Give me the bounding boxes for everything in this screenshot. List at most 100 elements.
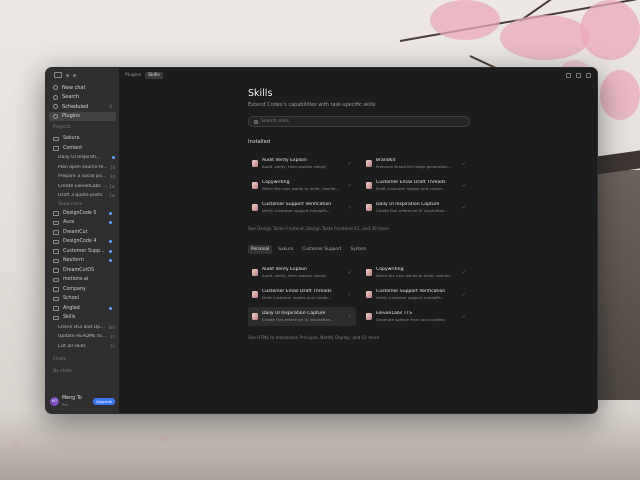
thread-time: 2d	[109, 164, 115, 170]
check-icon: ✓	[461, 204, 466, 211]
unread-dot	[112, 156, 115, 160]
thread-title: Daily UI Inspirati...	[58, 155, 101, 161]
forward-icon[interactable]	[73, 73, 76, 77]
page-title: Skills	[248, 88, 273, 99]
project-item[interactable]: motions-ai	[46, 275, 119, 285]
skill-card[interactable]: Copywriting When the user wants to write,…	[362, 263, 470, 282]
tab-personal[interactable]: Personal	[248, 245, 273, 254]
project-skills[interactable]: Skills	[46, 313, 119, 323]
project-item[interactable]: Neuform	[46, 256, 119, 266]
skill-card[interactable]: ElevenLabs TTS Generate speech from local…	[362, 307, 470, 326]
thread-item[interactable]: Draft 3 quote posts 1w	[46, 191, 119, 201]
skill-card[interactable]: Customer Email Draft Threads Draft custom…	[248, 285, 356, 304]
skill-card[interactable]: Customer Support Verification Verify cust…	[362, 285, 470, 304]
skill-card[interactable]: Audit Verify Explain Audit, verify, then …	[248, 154, 356, 173]
project-item[interactable]: DreamCut	[46, 228, 119, 238]
tab-sakura[interactable]: Sakura	[275, 245, 296, 254]
check-icon: ✓	[461, 182, 466, 189]
skill-card[interactable]: Brandkit Premium brand kit image generati…	[362, 154, 470, 173]
thread-item[interactable]: Prepare 3 social posts 3d	[46, 172, 119, 182]
check-icon: ✓	[347, 204, 352, 211]
project-content[interactable]: Content	[46, 144, 119, 154]
project-item[interactable]: School	[46, 294, 119, 304]
folder-icon	[53, 315, 59, 320]
thread-item[interactable]: List all skills 1h	[46, 342, 119, 352]
refresh-icon[interactable]	[566, 72, 571, 78]
skill-card[interactable]: Customer Email Draft Threads Draft custom…	[362, 176, 470, 195]
chats-heading: Chats	[53, 357, 66, 362]
thread-item[interactable]: Plan open source fe... 2d	[46, 163, 119, 173]
project-name: DreamCut	[63, 229, 88, 235]
clock-icon	[53, 104, 58, 110]
back-icon[interactable]	[66, 73, 69, 77]
project-item[interactable]: DreamCutOS	[46, 266, 119, 276]
skills-content: Skills Extend Codex's capabilities with …	[248, 84, 470, 354]
thread-time: 1w	[109, 183, 115, 189]
ground	[0, 410, 640, 480]
folder-icon	[53, 136, 59, 141]
check-icon: ✓	[347, 313, 352, 320]
skill-card-highlighted[interactable]: Daily UI Inspiration Capture Create five-…	[248, 307, 356, 326]
skill-desc: Create five-reference UI inspiration...	[262, 317, 335, 322]
project-item[interactable]: Angled	[46, 304, 119, 314]
search-placeholder: Search skills	[261, 119, 289, 124]
project-item[interactable]: Aura	[46, 218, 119, 228]
skill-desc: Premium brand kit image generation...	[376, 164, 452, 169]
thread-item[interactable]: Check OGI and Open... 8m	[46, 323, 119, 333]
show-more-link[interactable]: Show more	[46, 201, 119, 209]
skill-card[interactable]: Copywriting When the user wants to write,…	[248, 176, 356, 195]
project-item[interactable]: Company	[46, 285, 119, 295]
unread-dot	[109, 221, 112, 225]
skill-desc: Verify customer support handoffs...	[262, 208, 331, 213]
skill-card[interactable]: Daily UI Inspiration Capture Create five-…	[362, 198, 470, 217]
installed-see-more-link[interactable]: See Design Taste Frontend, Design Taste …	[248, 226, 470, 232]
skill-icon	[252, 269, 258, 276]
upgrade-button[interactable]: Upgrade	[92, 397, 115, 405]
skill-icon	[252, 204, 258, 211]
sidebar-toggle-icon[interactable]	[54, 72, 62, 78]
project-name: Angled	[63, 305, 80, 311]
sidebar-item-search[interactable]: Search	[49, 93, 116, 103]
thread-item[interactable]: Update README for ... 1h	[46, 332, 119, 342]
add-icon[interactable]	[586, 72, 591, 78]
skill-icon	[252, 182, 258, 189]
project-name: Company	[63, 286, 86, 292]
tab-customer-support[interactable]: Customer Support	[299, 245, 344, 254]
skill-icon	[366, 269, 372, 276]
unread-dot	[109, 306, 112, 310]
skill-card[interactable]: Customer Support Verification Verify cust…	[248, 198, 356, 217]
project-name: Skills	[63, 315, 76, 321]
project-name: Customer Supp...	[63, 248, 105, 254]
project-item[interactable]: Customer Supp...	[46, 247, 119, 257]
thread-time: 1w	[109, 193, 115, 199]
user-profile[interactable]: MT Meng To Pro Upgrade	[46, 389, 119, 413]
skill-text: Customer Email Draft Threads Draft custom…	[376, 180, 458, 191]
tab-system[interactable]: System	[347, 245, 369, 254]
thread-title: Draft 3 quote posts	[58, 193, 103, 199]
thread-item[interactable]: Daily UI Inspirati...	[46, 153, 119, 163]
sidebar-item-scheduled[interactable]: Scheduled 2	[49, 102, 116, 112]
app-window: New chat Search Scheduled 2 Plugins Proj…	[45, 67, 598, 414]
sidebar-item-new-chat[interactable]: New chat	[49, 83, 116, 93]
project-name: DesignCode 5	[63, 210, 97, 216]
top-actions	[566, 72, 591, 78]
thread-title: List all skills	[58, 343, 86, 349]
personal-see-more-link[interactable]: See HTML to Interaction Principle, Netli…	[248, 335, 470, 341]
sidebar-item-plugins[interactable]: Plugins	[49, 111, 116, 121]
thread-item[interactable]: Create ElevenLabs v... 1w	[46, 182, 119, 192]
search-input[interactable]: Search skills	[248, 116, 470, 127]
window-toolbar	[46, 68, 119, 82]
breadcrumb-plugins[interactable]: Plugins	[125, 73, 141, 78]
thread-time: 1h	[109, 334, 115, 340]
project-item[interactable]: DesignCode 5	[46, 209, 119, 219]
unread-dot	[109, 259, 112, 263]
user-plan: Pro	[62, 401, 69, 407]
breadcrumb-skills[interactable]: Skills	[145, 71, 163, 79]
skill-text: Copywriting When the user wants to write,…	[262, 180, 344, 191]
project-item[interactable]: DesignCode 4	[46, 237, 119, 247]
skill-desc: When the user wants to write, rewrite...	[262, 186, 340, 191]
nav-label: Search	[62, 94, 80, 101]
project-sakura[interactable]: Sakura	[46, 134, 119, 144]
settings-icon[interactable]	[576, 72, 581, 78]
skill-card[interactable]: Audit Verify Explain Audit, verify, then …	[248, 263, 356, 282]
